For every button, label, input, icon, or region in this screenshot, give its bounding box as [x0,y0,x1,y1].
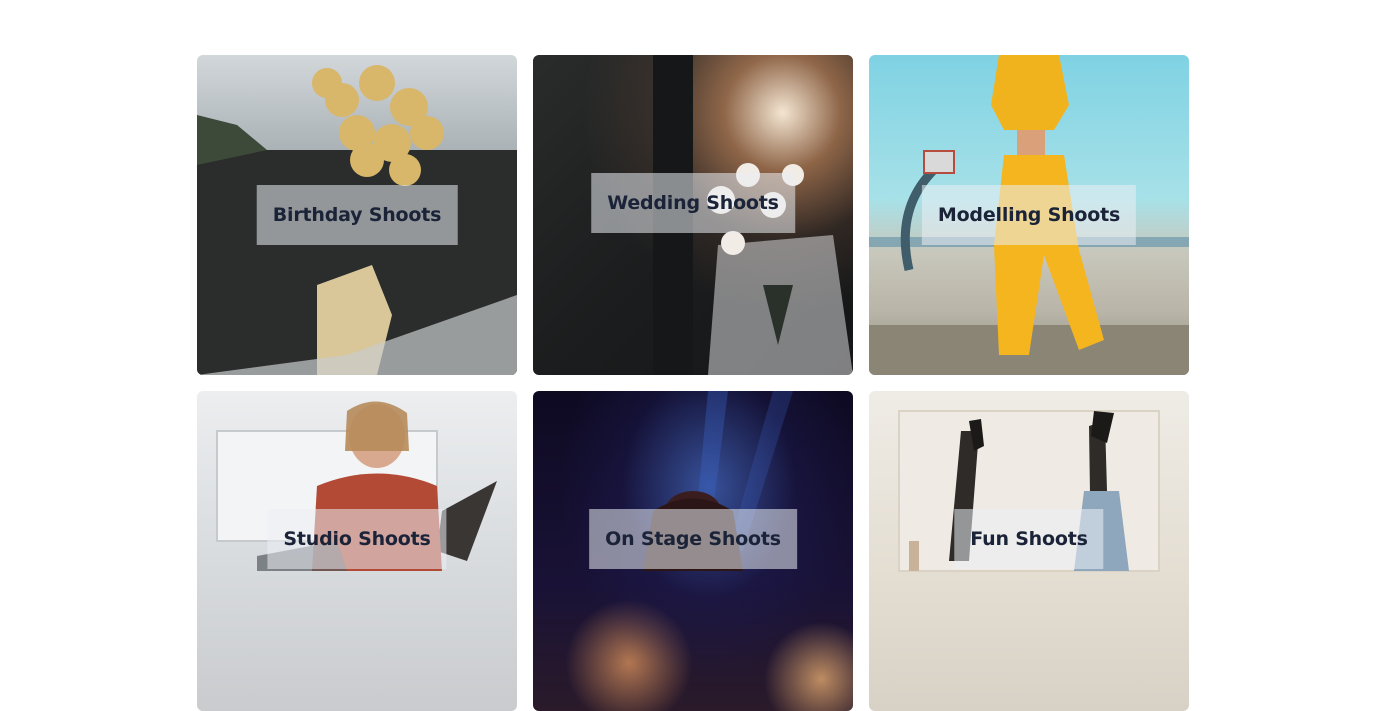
card-studio-label: Studio Shoots [267,509,447,569]
card-on-stage-shoots[interactable]: On Stage Shoots [533,391,853,711]
card-birthday-label: Birthday Shoots [256,185,458,245]
card-on-stage-label: On Stage Shoots [589,509,797,569]
card-wedding-label: Wedding Shoots [591,173,795,233]
card-modelling-shoots[interactable]: Modelling Shoots [869,55,1189,375]
card-modelling-label: Modelling Shoots [921,185,1137,245]
card-fun-label: Fun Shoots [954,509,1104,569]
card-wedding-shoots[interactable]: Wedding Shoots [533,55,853,375]
card-fun-shoots[interactable]: Fun Shoots [869,391,1189,711]
shoot-category-grid: Birthday Shoots Wedding Shoots Modelling… [197,55,1189,711]
card-studio-shoots[interactable]: Studio Shoots [197,391,517,711]
card-birthday-shoots[interactable]: Birthday Shoots [197,55,517,375]
